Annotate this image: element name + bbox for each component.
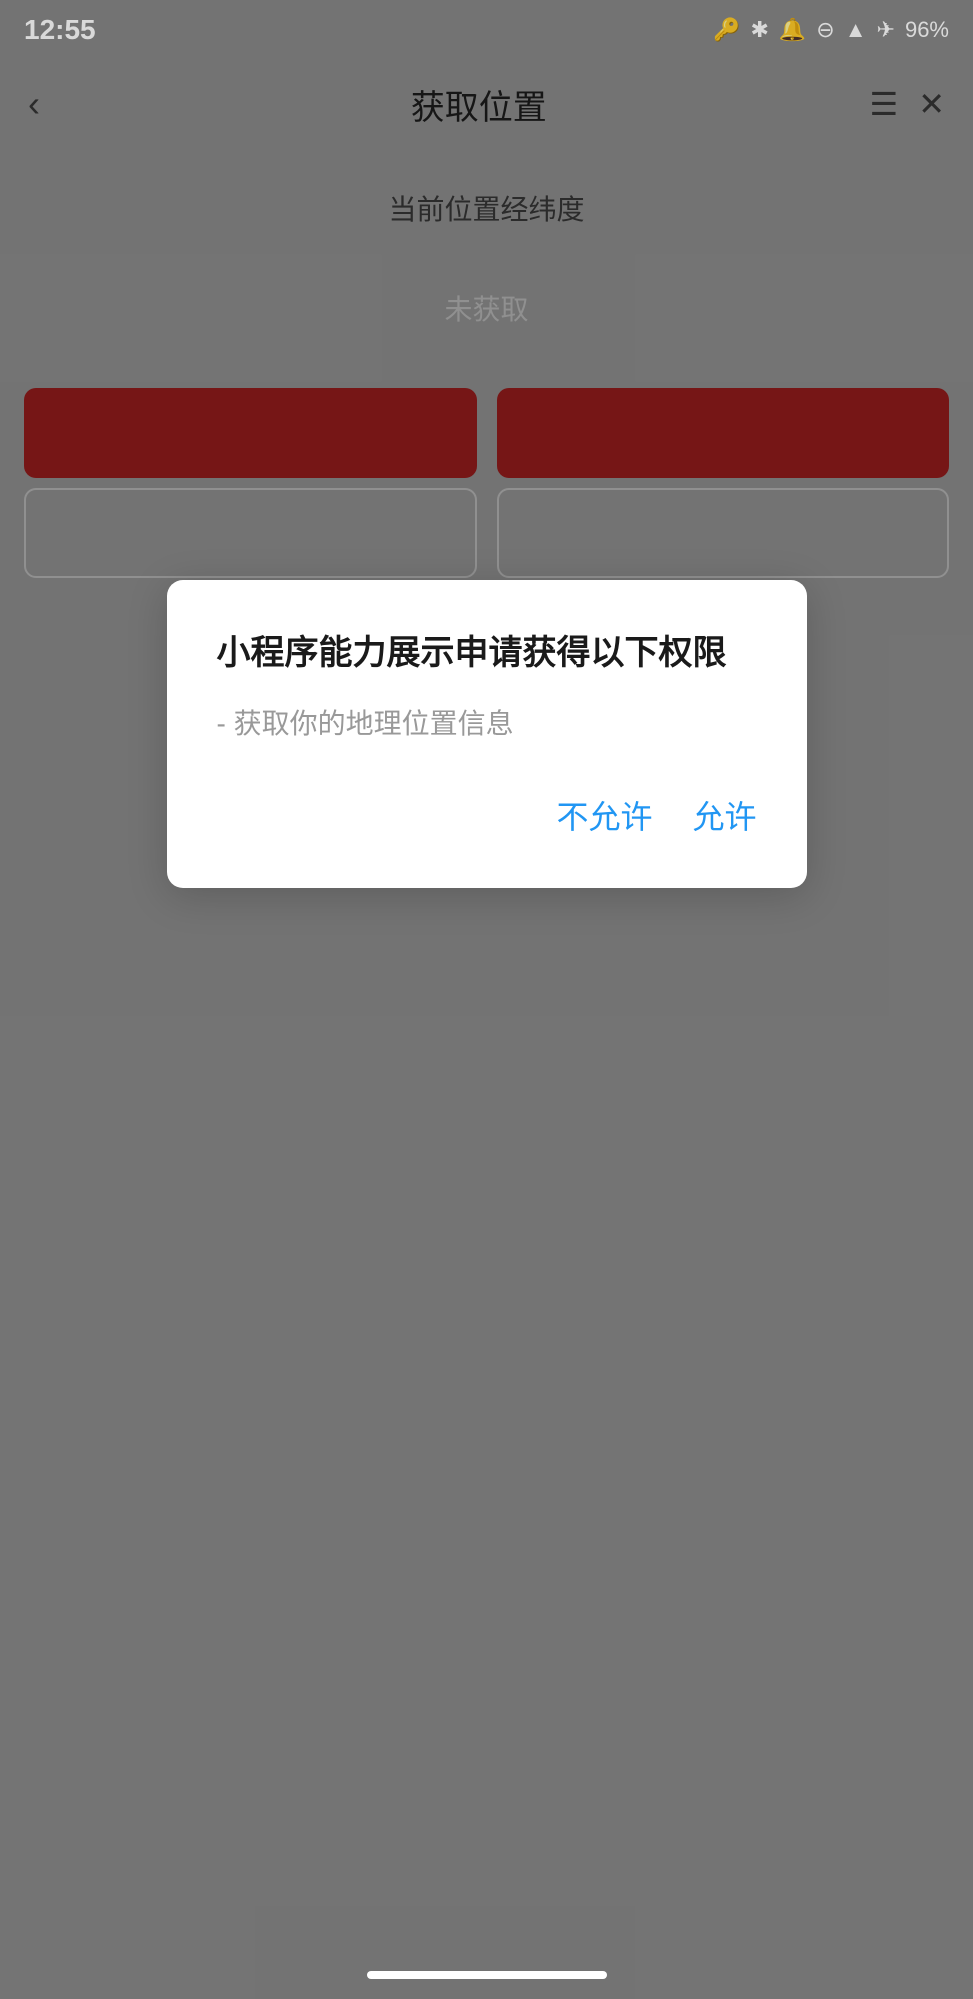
dialog-actions: 不允许 允许 (217, 782, 757, 848)
dialog-overlay: 小程序能力展示申请获得以下权限 - 获取你的地理位置信息 不允许 允许 (0, 0, 973, 1999)
allow-button[interactable]: 允许 (692, 782, 756, 848)
dialog-body: - 获取你的地理位置信息 (217, 702, 757, 742)
home-indicator (367, 1971, 607, 1979)
deny-button[interactable]: 不允许 (556, 782, 652, 848)
permission-dialog: 小程序能力展示申请获得以下权限 - 获取你的地理位置信息 不允许 允许 (167, 580, 807, 888)
dialog-title: 小程序能力展示申请获得以下权限 (217, 630, 757, 678)
